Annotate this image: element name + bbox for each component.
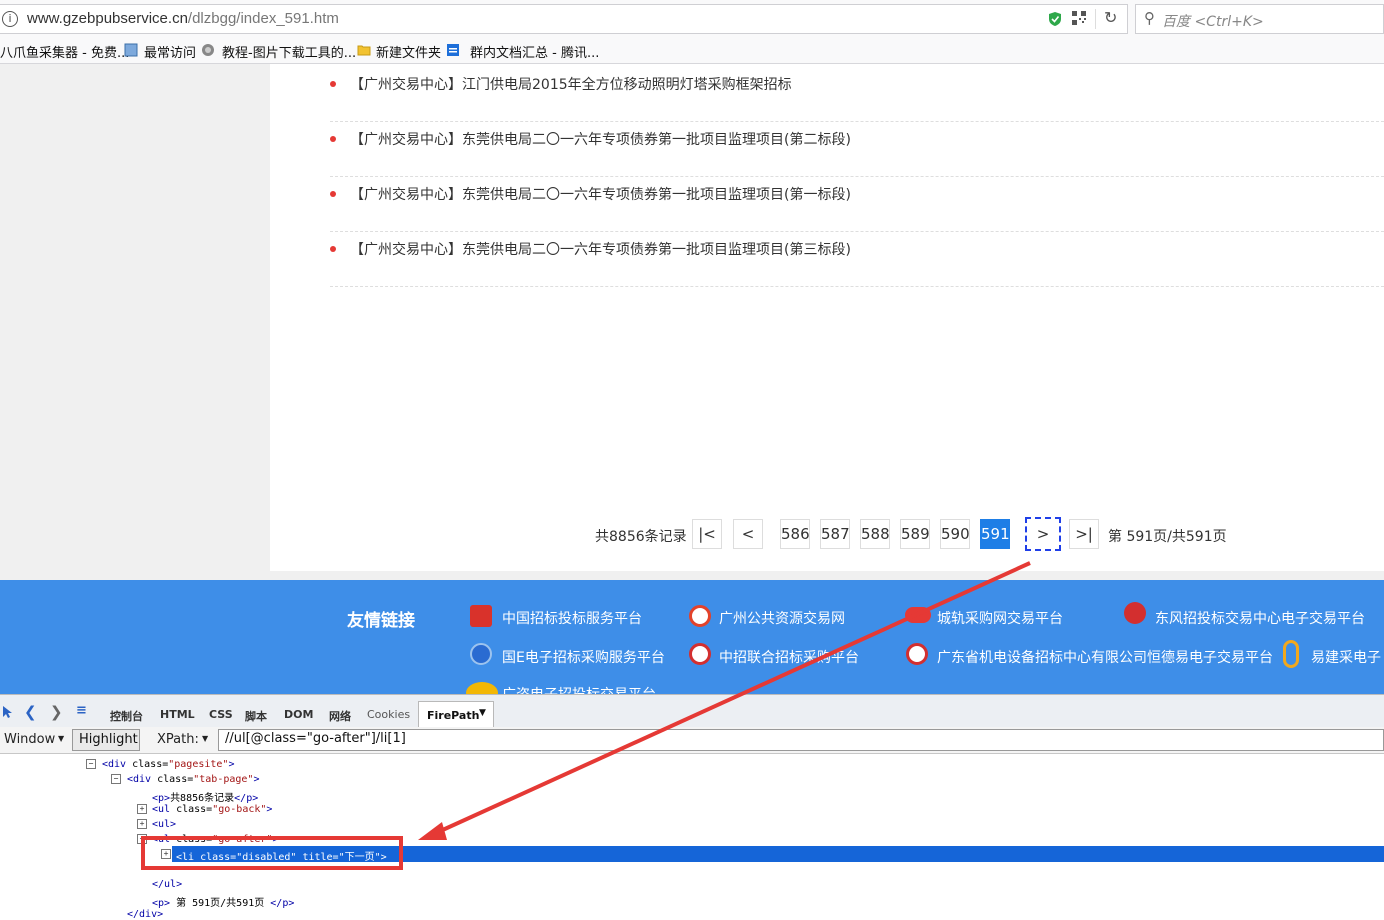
annotation-arrow-icon	[418, 561, 1031, 840]
